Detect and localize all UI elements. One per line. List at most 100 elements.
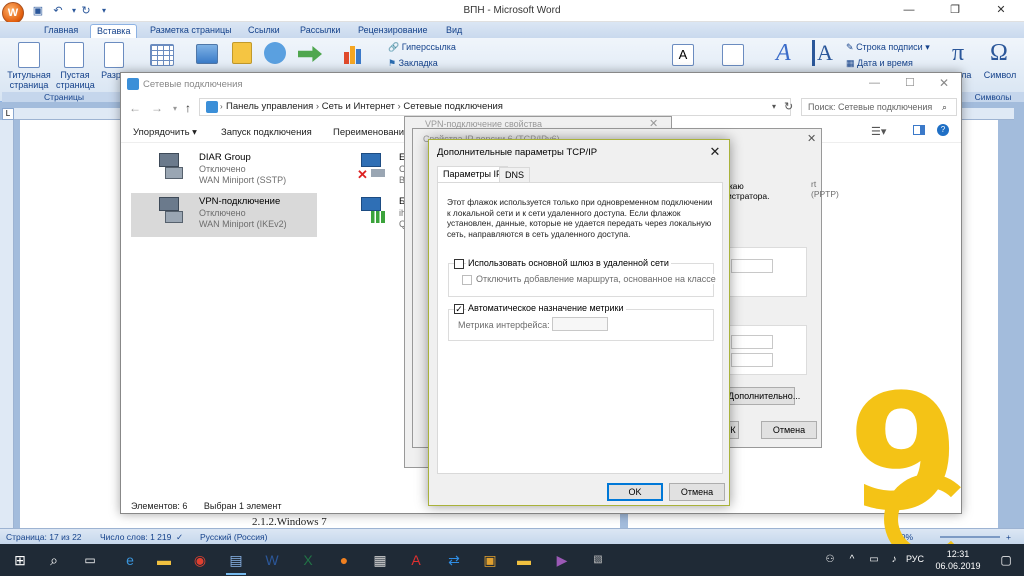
hyperlink-button[interactable]: 🔗 Гиперссылка (388, 42, 456, 53)
tab-dns[interactable]: DNS (499, 167, 531, 183)
spellcheck-icon[interactable]: ✓ (176, 532, 183, 543)
table-icon[interactable] (150, 44, 174, 66)
up-icon[interactable]: ↑ (185, 101, 191, 115)
tab-page-layout[interactable]: Разметка страницы (144, 24, 238, 38)
back-icon[interactable]: ← (129, 101, 141, 115)
explorer-icon[interactable]: ▬ (510, 548, 538, 572)
ok-button[interactable]: OK (607, 483, 663, 501)
metric-input[interactable] (552, 317, 608, 331)
file-explorer-icon[interactable]: ▬ (150, 548, 178, 572)
tab-review[interactable]: Рецензирование (352, 24, 434, 38)
dns-secondary-field[interactable] (731, 353, 773, 367)
connection-item[interactable]: DIAR Group Отключено WAN Miniport (SSTP) (131, 149, 317, 193)
shapes-icon[interactable] (264, 42, 286, 64)
breadcrumb-network-connections[interactable]: Сетевые подключения (403, 101, 503, 112)
explorer-minimize-icon[interactable]: — (869, 77, 880, 89)
close-icon[interactable]: ✕ (978, 0, 1024, 22)
use-gateway-checkbox[interactable] (454, 259, 464, 269)
tab-insert[interactable]: Вставка (90, 24, 138, 38)
clock[interactable]: 12:31 06.06.2019 (930, 548, 986, 572)
ipv6-close-icon[interactable]: ✕ (807, 132, 816, 145)
blank-page-icon[interactable] (64, 42, 84, 68)
start-connection-button[interactable]: Запуск подключения (221, 127, 312, 138)
breadcrumb-network-internet[interactable]: Сеть и Интернет (322, 101, 395, 112)
blank-page-button[interactable]: Пустая страница (56, 70, 95, 90)
ip-address-field[interactable] (731, 259, 773, 273)
acrobat-icon[interactable]: A (402, 548, 430, 572)
advanced-button[interactable]: Дополнительно... (727, 387, 800, 405)
quick-parts-icon[interactable] (722, 44, 744, 66)
tab-ip-settings[interactable]: Параметры IP (437, 166, 508, 183)
dns-primary-field[interactable] (731, 335, 773, 349)
app-icon[interactable]: ▦ (366, 548, 394, 572)
search-icon[interactable]: ⌕ (942, 99, 947, 115)
restore-icon[interactable]: ❐ (932, 0, 978, 22)
tab-mailings[interactable]: Рассылки (294, 24, 346, 38)
task-view-icon[interactable]: ▭ (76, 548, 104, 572)
tab-selector[interactable]: L (2, 108, 14, 120)
address-input[interactable]: › Панель управления › Сеть и Интернет › … (199, 98, 791, 116)
input-language[interactable]: РУС (906, 554, 924, 564)
search-input[interactable]: Поиск: Сетевые подключения ⌕ (801, 98, 957, 116)
title-page-button[interactable]: Титульная страница (4, 70, 54, 90)
omega-icon[interactable]: Ω (990, 40, 1008, 67)
media-icon[interactable]: ▶ (548, 548, 576, 572)
search-icon[interactable]: ⌕ (40, 548, 68, 572)
chrome-icon[interactable]: ◉ (186, 548, 214, 572)
organize-button[interactable]: Упорядочить ▾ (133, 127, 197, 138)
auto-metric-label[interactable]: Автоматическое назначение метрики (466, 303, 626, 313)
picture-icon[interactable] (196, 44, 218, 64)
smartart-icon[interactable] (298, 46, 322, 62)
wordart-icon[interactable]: A (776, 40, 791, 67)
zoom-in-icon[interactable]: + (1006, 532, 1011, 542)
recent-dropdown-icon[interactable]: ▾ (173, 104, 177, 113)
excel-icon[interactable]: X (294, 548, 322, 572)
rename-button[interactable]: Переименование (333, 127, 409, 138)
edge-icon[interactable]: e (116, 548, 144, 572)
help-icon[interactable]: ? (937, 124, 949, 136)
tray-volume-icon[interactable]: ♪ (880, 548, 908, 572)
bookmark-button[interactable]: ⚑ Закладка (388, 58, 438, 69)
dialog-close-icon[interactable]: ✕ (707, 144, 723, 160)
forward-icon[interactable]: → (151, 101, 163, 115)
preview-pane-icon[interactable] (913, 125, 925, 135)
use-gateway-label[interactable]: Использовать основной шлюз в удаленной с… (466, 258, 671, 268)
app-icon-2[interactable]: ▧ (584, 548, 612, 572)
word-icon[interactable]: W (258, 548, 286, 572)
signature-line-button[interactable]: ✎ Строка подписи ▾ (846, 42, 930, 53)
language-status[interactable]: Русский (Россия) (200, 532, 267, 542)
auto-metric-checkbox[interactable]: ✓ (454, 304, 464, 314)
dropcap-icon[interactable]: A (812, 40, 833, 66)
firefox-icon[interactable]: ● (330, 548, 358, 572)
notifications-icon[interactable]: ▢ (992, 548, 1020, 572)
disable-route-checkbox[interactable] (462, 275, 472, 285)
start-icon[interactable]: ⊞ (6, 548, 34, 572)
textbox-icon[interactable]: A (672, 44, 694, 66)
view-options-icon[interactable]: ☰▾ (871, 125, 886, 138)
explorer-maximize-icon[interactable]: ☐ (905, 76, 915, 89)
explorer-close-icon[interactable]: ✕ (939, 76, 949, 90)
teamviewer-icon[interactable]: ⇄ (440, 548, 468, 572)
breadcrumb-control-panel[interactable]: Панель управления (226, 101, 313, 112)
chart-icon[interactable] (344, 44, 366, 64)
archive-icon[interactable]: ▣ (476, 548, 504, 572)
address-dropdown-icon[interactable]: ▾ (772, 99, 776, 115)
tab-references[interactable]: Ссылки (242, 24, 286, 38)
date-time-button[interactable]: ▦ Дата и время (846, 58, 913, 69)
tab-view[interactable]: Вид (440, 24, 468, 38)
page-counter[interactable]: Страница: 17 из 22 (6, 532, 82, 542)
network-connections-icon[interactable]: ▤ (222, 548, 250, 575)
cancel-button[interactable]: Отмена (669, 483, 725, 501)
word-count[interactable]: Число слов: 1 219 (100, 532, 171, 542)
title-page-icon[interactable] (18, 42, 40, 68)
disable-route-label[interactable]: Отключить добавление маршрута, основанно… (474, 274, 718, 284)
clipart-icon[interactable] (232, 42, 252, 64)
refresh-icon[interactable]: ↻ (784, 100, 793, 113)
equation-icon[interactable]: π (952, 40, 964, 67)
symbol-button[interactable]: Символ (980, 70, 1020, 80)
page-break-icon[interactable] (104, 42, 124, 68)
connection-item-selected[interactable]: VPN-подключение Отключено WAN Miniport (… (131, 193, 317, 237)
minimize-icon[interactable]: — (886, 0, 932, 22)
ipv6-cancel-button[interactable]: Отмена (761, 421, 817, 439)
tab-home[interactable]: Главная (38, 24, 84, 38)
